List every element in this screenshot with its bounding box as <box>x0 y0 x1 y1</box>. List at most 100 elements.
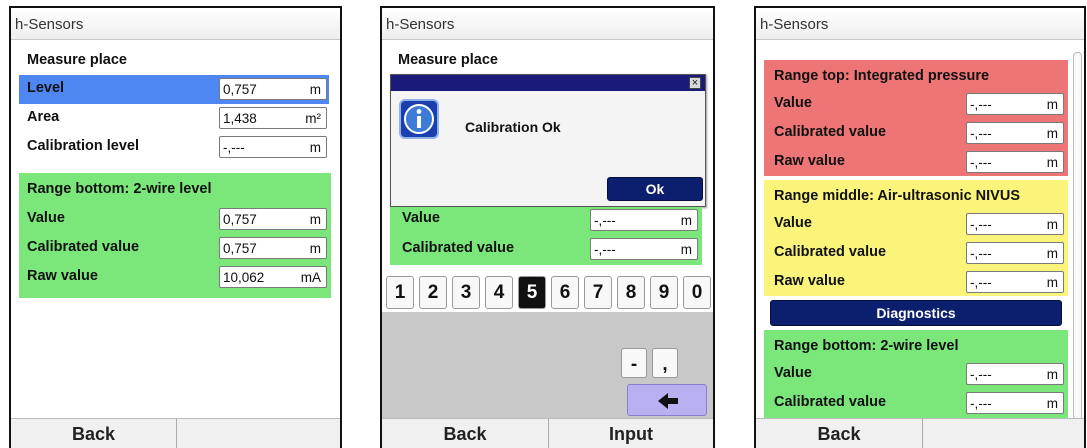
raw-value-field[interactable]: -,--- m <box>966 271 1064 293</box>
ok-label: Ok <box>645 181 665 197</box>
calibrated-value-text: -,--- <box>970 396 992 411</box>
calibrated-value-text: -,--- <box>970 246 992 261</box>
dialog-close-button[interactable]: × <box>689 77 701 89</box>
value-field[interactable]: -,--- m <box>966 213 1064 235</box>
value-label: Value <box>774 95 812 111</box>
key-1[interactable]: 1 <box>386 276 414 309</box>
enter-key[interactable] <box>627 384 707 416</box>
key-5[interactable]: 5 <box>518 276 546 309</box>
level-unit: m <box>309 82 321 97</box>
raw-value-unit: m <box>1046 155 1058 170</box>
area-unit: m² <box>305 111 321 126</box>
raw-value-row[interactable]: Raw value -,--- m <box>764 148 1068 177</box>
raw-value-text: -,--- <box>970 275 992 290</box>
value-row[interactable]: Value -,--- m <box>764 360 1068 389</box>
calibrated-value-row[interactable]: Calibrated value 0,757 m <box>19 234 331 263</box>
calibrated-value-unit: m <box>309 241 321 256</box>
calibrated-value-field[interactable]: -,--- m <box>966 242 1064 264</box>
area-row[interactable]: Area 1,438 m² <box>19 104 329 133</box>
raw-value-unit: mA <box>300 270 321 285</box>
key-6[interactable]: 6 <box>551 276 579 309</box>
back-button[interactable]: Back <box>11 419 176 448</box>
calibrated-value-row[interactable]: Calibrated value -,--- m <box>764 119 1068 148</box>
range-bottom-block: Range bottom: 2-wire level Value -,--- m… <box>764 330 1068 420</box>
measure-place-header: Measure place <box>27 52 127 68</box>
calibration-level-row[interactable]: Calibration level -,--- m <box>19 133 329 162</box>
window-title: h-Sensors <box>382 8 713 40</box>
value-text: -,--- <box>970 217 992 232</box>
calibrated-value-text: -,--- <box>970 126 992 141</box>
calibrated-value-label: Calibrated value <box>774 394 887 410</box>
raw-value-text: 10,062 <box>223 270 265 285</box>
calibrated-value-row[interactable]: Calibrated value -,--- m <box>764 389 1068 418</box>
value-label: Value <box>402 210 440 226</box>
empty-softkey[interactable] <box>177 419 340 448</box>
arrow-left-icon <box>658 393 678 409</box>
range-middle-block: Range middle: Air-ultrasonic NIVUS Value… <box>764 180 1068 296</box>
footer-bar: Back <box>756 418 1084 448</box>
raw-value-row[interactable]: Raw value -,--- m <box>764 268 1068 297</box>
key-9[interactable]: 9 <box>650 276 678 309</box>
calibrated-value-row[interactable]: Calibrated value -,--- m <box>390 235 702 264</box>
range-top-block: Range top: Integrated pressure Value -,-… <box>764 60 1068 176</box>
key-4[interactable]: 4 <box>485 276 513 309</box>
calibrated-value-unit: m <box>680 242 692 257</box>
key-0[interactable]: 0 <box>683 276 711 309</box>
area-value: 1,438 <box>223 111 257 126</box>
range-top-header: Range top: Integrated pressure <box>774 68 990 84</box>
minus-key[interactable]: - <box>621 348 647 378</box>
range-bottom-header: Range bottom: 2-wire level <box>774 338 959 354</box>
value-field[interactable]: 0,757 m <box>219 208 327 230</box>
info-icon <box>399 99 439 139</box>
screen-calibration-dialog: h-Sensors Measure place × Calibration Ok… <box>380 6 715 448</box>
value-text: -,--- <box>970 97 992 112</box>
back-button[interactable]: Back <box>756 419 922 448</box>
comma-key[interactable]: , <box>652 348 678 378</box>
key-7[interactable]: 7 <box>584 276 612 309</box>
back-button[interactable]: Back <box>382 419 548 448</box>
raw-value-row[interactable]: Raw value 10,062 mA <box>19 263 331 292</box>
range-bottom-block: Range bottom: 2-wire level Value 0,757 m… <box>19 173 331 298</box>
level-field[interactable]: 0,757 m <box>219 78 327 100</box>
calibrated-value-unit: m <box>1046 126 1058 141</box>
calibration-level-unit: m <box>309 140 321 155</box>
level-row[interactable]: Level 0,757 m <box>19 75 329 104</box>
value-label: Value <box>27 210 65 226</box>
value-row[interactable]: Value 0,757 m <box>19 205 331 234</box>
raw-value-label: Raw value <box>774 153 845 169</box>
raw-value-field[interactable]: -,--- m <box>966 151 1064 173</box>
key-8[interactable]: 8 <box>617 276 645 309</box>
window-title: h-Sensors <box>11 8 340 40</box>
area-label: Area <box>27 109 60 125</box>
calibrated-value-field[interactable]: 0,757 m <box>219 237 327 259</box>
window-title: h-Sensors <box>756 8 1084 40</box>
value-field[interactable]: -,--- m <box>966 363 1064 385</box>
calibrated-value-field[interactable]: -,--- m <box>590 238 698 260</box>
key-3[interactable]: 3 <box>452 276 480 309</box>
area-field[interactable]: 1,438 m² <box>219 107 327 129</box>
empty-softkey[interactable] <box>923 419 1084 448</box>
key-2[interactable]: 2 <box>419 276 447 309</box>
calibration-level-field[interactable]: -,--- m <box>219 136 327 158</box>
vertical-scrollbar[interactable] <box>1073 52 1082 420</box>
value-row[interactable]: Value -,--- m <box>764 90 1068 119</box>
value-field[interactable]: -,--- m <box>590 209 698 231</box>
footer-bar: Back <box>11 418 340 448</box>
dialog-message: Calibration Ok <box>465 119 561 135</box>
raw-value-label: Raw value <box>27 268 98 284</box>
calibrated-value-unit: m <box>1046 396 1058 411</box>
range-block: Value -,--- m Calibrated value -,--- m <box>390 207 702 265</box>
diagnostics-label: Diagnostics <box>876 305 956 321</box>
calibrated-value-row[interactable]: Calibrated value -,--- m <box>764 239 1068 268</box>
input-button[interactable]: Input <box>549 419 713 448</box>
value-row[interactable]: Value -,--- m <box>390 207 702 236</box>
value-row[interactable]: Value -,--- m <box>764 210 1068 239</box>
calibrated-value-field[interactable]: -,--- m <box>966 122 1064 144</box>
value-field[interactable]: -,--- m <box>966 93 1064 115</box>
value-unit: m <box>1046 97 1058 112</box>
close-icon: × <box>691 77 699 89</box>
raw-value-field[interactable]: 10,062 mA <box>219 266 327 288</box>
ok-button[interactable]: Ok <box>607 177 703 201</box>
calibrated-value-field[interactable]: -,--- m <box>966 392 1064 414</box>
diagnostics-button[interactable]: Diagnostics <box>770 300 1062 326</box>
